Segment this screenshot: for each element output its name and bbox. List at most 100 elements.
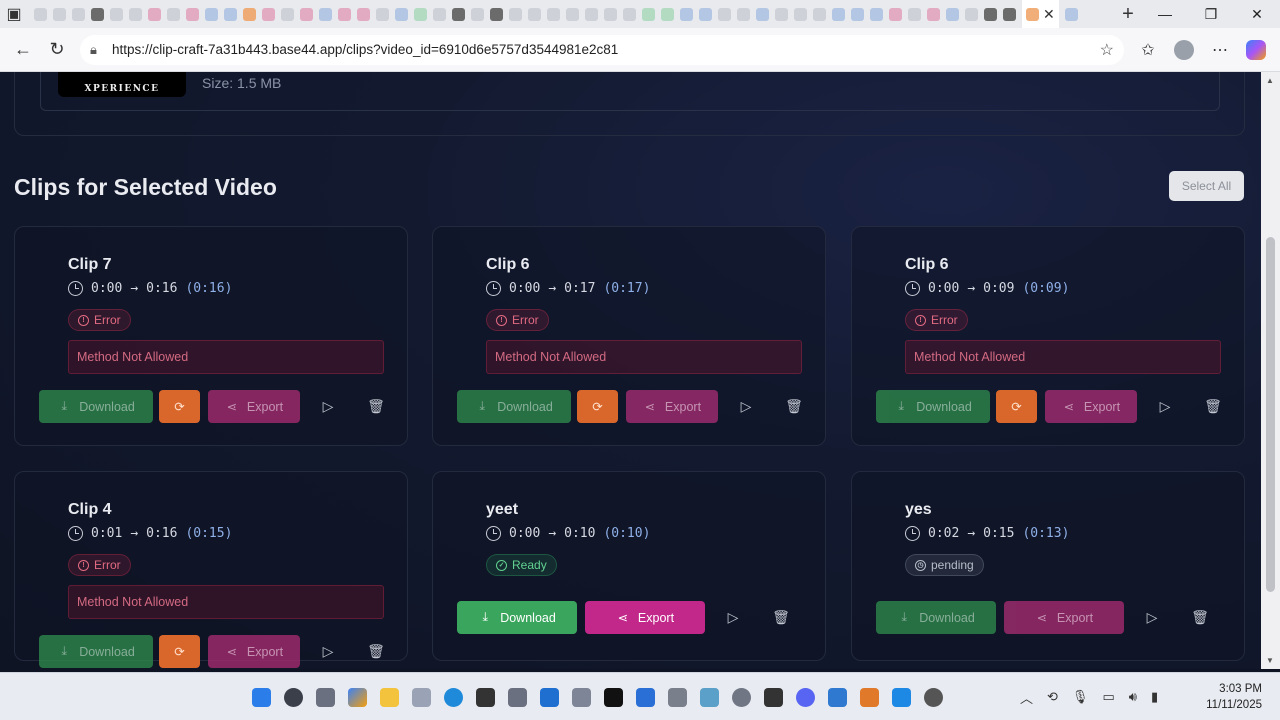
delete-button[interactable]: 🗑︎ (1186, 601, 1214, 634)
tab-favicon[interactable] (889, 7, 902, 21)
site-info-icon[interactable]: 🔒︎ (90, 42, 112, 58)
restore-icon[interactable]: ❐ (1188, 0, 1234, 28)
app-icon[interactable] (668, 687, 687, 707)
tab-favicon[interactable] (547, 7, 560, 21)
export-button[interactable]: ⋖ Export (626, 390, 718, 423)
download-button[interactable]: ⤓ Download (876, 601, 996, 634)
tab-favicon[interactable] (794, 7, 807, 21)
tab-favicon[interactable] (604, 7, 617, 21)
tab-favicon[interactable] (243, 7, 256, 21)
video-card[interactable]: XPERIENCE Size: 1.5 MB (40, 72, 1220, 111)
delete-button[interactable]: 🗑︎ (362, 390, 390, 423)
tab-favicon[interactable] (965, 7, 978, 21)
delete-button[interactable]: 🗑︎ (780, 390, 808, 423)
tab-favicon[interactable] (110, 7, 123, 21)
tab-favicon[interactable] (832, 7, 845, 21)
export-button[interactable]: ⋖ Export (1045, 390, 1137, 423)
tab-favicon[interactable] (357, 7, 370, 21)
more-menu-icon[interactable]: ⋯ (1202, 33, 1238, 67)
globe-tab-icon[interactable] (1064, 7, 1078, 21)
refresh-icon[interactable]: ↻ (40, 33, 74, 67)
sync-icon[interactable]: ⟲ (1047, 689, 1058, 705)
edge-icon[interactable] (444, 687, 463, 707)
tab-favicon[interactable] (1003, 7, 1016, 21)
app-icon[interactable] (412, 687, 431, 707)
tab-favicon[interactable] (984, 7, 997, 21)
task-view-icon[interactable] (316, 687, 335, 707)
vscode-icon[interactable] (636, 687, 655, 707)
photos-icon[interactable] (828, 687, 847, 707)
download-button[interactable]: ⤓ Download (39, 635, 153, 668)
tab-favicon[interactable] (471, 7, 484, 21)
tab-favicon[interactable] (585, 7, 598, 21)
close-window-icon[interactable]: ✕ (1234, 0, 1280, 28)
profile-icon[interactable] (1166, 33, 1202, 67)
tab-favicon[interactable] (661, 7, 674, 21)
copilot-icon[interactable] (1238, 33, 1274, 67)
export-button[interactable]: ⋖ Export (208, 390, 300, 423)
tiktok-icon[interactable] (604, 687, 623, 707)
search-icon[interactable] (284, 687, 303, 707)
play-button[interactable]: ▷ (314, 635, 342, 668)
tab-favicon[interactable] (623, 7, 636, 21)
file-explorer-icon[interactable] (380, 687, 399, 707)
tab-favicon[interactable] (566, 7, 579, 21)
tab-favicon[interactable] (737, 7, 750, 21)
new-tab-icon[interactable]: + (1114, 3, 1142, 26)
delete-button[interactable]: 🗑︎ (1199, 390, 1227, 423)
tab-favicon[interactable] (528, 7, 541, 21)
tab-favicon[interactable] (148, 7, 161, 21)
tab-favicon[interactable] (509, 7, 522, 21)
app-icon[interactable] (572, 687, 591, 707)
play-button[interactable]: ▷ (1138, 601, 1166, 634)
scroll-up-icon[interactable]: ▲ (1266, 76, 1274, 85)
app-icon[interactable] (892, 687, 911, 707)
chevron-up-icon[interactable]: ︿ (1020, 688, 1033, 707)
settings-icon[interactable] (732, 687, 751, 707)
tab-favicon[interactable] (680, 7, 693, 21)
battery-icon[interactable]: ▮ (1151, 689, 1158, 705)
download-button[interactable]: ⤓ Download (876, 390, 990, 423)
retry-button[interactable]: ⟳ (159, 390, 200, 423)
play-button[interactable]: ▷ (314, 390, 342, 423)
favorite-star-icon[interactable]: ☆ (1100, 40, 1114, 60)
copilot-taskbar-icon[interactable] (348, 687, 367, 707)
tab-favicon[interactable] (376, 7, 389, 21)
tab-actions-icon[interactable]: ▣ (0, 0, 28, 28)
tab-favicon[interactable] (395, 7, 408, 21)
tab-favicon[interactable] (167, 7, 180, 21)
tab-favicon[interactable] (490, 7, 503, 21)
tab-favicon[interactable] (205, 7, 218, 21)
scroll-down-icon[interactable]: ▼ (1266, 656, 1274, 665)
network-icon[interactable]: ▭ (1102, 689, 1114, 705)
taskbar-clock[interactable]: 3:03 PM 11/11/2025 (1206, 681, 1262, 713)
blender-icon[interactable] (860, 687, 879, 707)
tab-favicon[interactable] (319, 7, 332, 21)
volume-icon[interactable]: 🔊︎ (1129, 689, 1137, 705)
tab-favicon[interactable] (813, 7, 826, 21)
tab-favicon[interactable] (53, 7, 66, 21)
export-button[interactable]: ⋖ Export (585, 601, 705, 634)
tab-favicon[interactable] (756, 7, 769, 21)
export-button[interactable]: ⋖ Export (1004, 601, 1124, 634)
tab-favicon[interactable] (91, 7, 104, 21)
tab-favicon[interactable] (72, 7, 85, 21)
tab-favicon[interactable] (851, 7, 864, 21)
address-bar[interactable]: 🔒︎ https://clip-craft-7a31b443.base44.ap… (80, 34, 1124, 65)
tab-favicon[interactable] (34, 7, 47, 21)
tab-favicon[interactable] (927, 7, 940, 21)
tab-favicon[interactable] (870, 7, 883, 21)
tab-favicon[interactable] (699, 7, 712, 21)
retry-button[interactable]: ⟳ (996, 390, 1037, 423)
tab-favicon[interactable] (946, 7, 959, 21)
scrollbar-thumb[interactable] (1266, 237, 1275, 592)
microphone-icon[interactable]: 🎙︎ (1072, 689, 1089, 705)
favorites-icon[interactable]: ✩ (1130, 33, 1166, 67)
download-button[interactable]: ⤓ Download (457, 390, 571, 423)
tab-favicon[interactable] (186, 7, 199, 21)
app-icon[interactable] (924, 687, 943, 707)
play-button[interactable]: ▷ (732, 390, 760, 423)
active-tab[interactable]: ✕ (1022, 0, 1059, 28)
tab-favicon[interactable] (642, 7, 655, 21)
app-icon[interactable] (540, 687, 559, 707)
